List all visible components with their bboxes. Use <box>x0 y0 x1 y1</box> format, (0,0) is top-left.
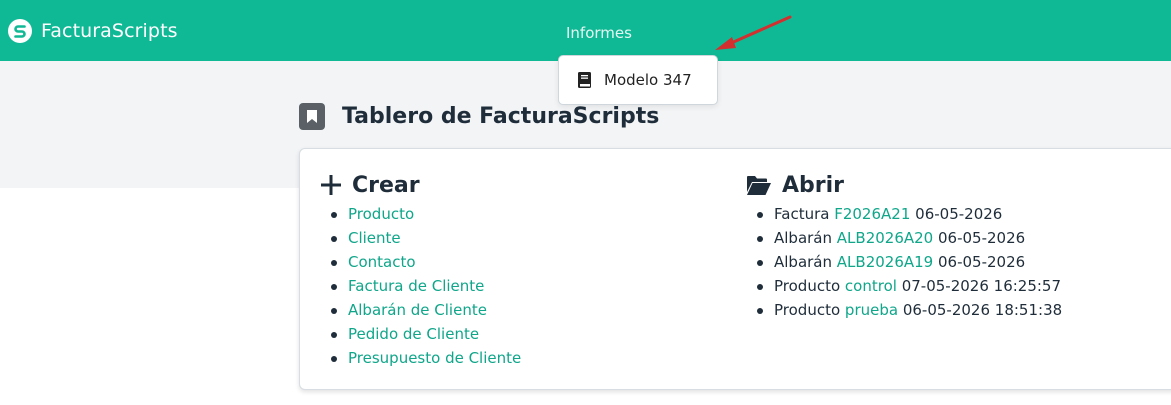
create-link-factura-cliente[interactable]: Factura de Cliente <box>348 277 484 295</box>
create-link-albaran-cliente[interactable]: Albarán de Cliente <box>348 301 487 319</box>
doc-type: Albarán <box>774 229 833 247</box>
open-list: Factura F2026A21 06-05-2026 Albarán ALB2… <box>746 202 1062 322</box>
doc-code-link[interactable]: ALB2026A19 <box>837 253 933 271</box>
open-section: Abrir Factura F2026A21 06-05-2026 Albará… <box>746 171 1062 322</box>
dropdown-item-modelo-347[interactable]: Modelo 347 <box>559 56 717 104</box>
doc-type: Albarán <box>774 253 833 271</box>
list-item: Factura de Cliente <box>320 274 521 298</box>
list-item: Pedido de Cliente <box>320 322 521 346</box>
brand-name: FacturaScripts <box>41 20 178 42</box>
book-icon <box>578 72 591 88</box>
page-title-row: Tablero de FacturaScripts <box>299 103 659 130</box>
doc-code-link[interactable]: F2026A21 <box>834 205 910 223</box>
create-link-producto[interactable]: Producto <box>348 205 414 223</box>
page-title: Tablero de FacturaScripts <box>342 104 660 129</box>
bookmark-icon <box>299 103 325 130</box>
create-link-presupuesto-cliente[interactable]: Presupuesto de Cliente <box>348 349 521 367</box>
list-item: Albarán ALB2026A19 06-05-2026 <box>746 250 1062 274</box>
dashboard-card: Crear Producto Cliente Contacto Factura … <box>299 148 1171 390</box>
open-heading-label: Abrir <box>782 172 845 198</box>
annotation-arrow-icon <box>715 15 792 50</box>
brand-logo-link[interactable]: FacturaScripts <box>8 19 178 43</box>
facturascripts-logo-icon <box>8 19 32 43</box>
list-item: Contacto <box>320 250 521 274</box>
doc-code-link[interactable]: control <box>845 277 897 295</box>
create-heading-label: Crear <box>352 172 420 198</box>
plus-icon <box>321 175 341 195</box>
open-heading: Abrir <box>746 171 1062 199</box>
create-link-pedido-cliente[interactable]: Pedido de Cliente <box>348 325 479 343</box>
informes-dropdown-menu: Modelo 347 <box>558 55 718 105</box>
doc-date: 06-05-2026 <box>915 205 1003 223</box>
create-list: Producto Cliente Contacto Factura de Cli… <box>320 202 521 370</box>
create-section: Crear Producto Cliente Contacto Factura … <box>320 171 521 370</box>
create-heading: Crear <box>320 171 521 199</box>
doc-type: Producto <box>774 301 841 319</box>
folder-open-icon <box>747 175 771 195</box>
doc-date: 06-05-2026 <box>938 229 1026 247</box>
doc-date: 06-05-2026 <box>938 253 1026 271</box>
list-item: Presupuesto de Cliente <box>320 346 521 370</box>
doc-code-link[interactable]: prueba <box>845 301 898 319</box>
doc-date: 07-05-2026 16:25:57 <box>901 277 1062 295</box>
nav-menu-informes[interactable]: Informes <box>566 24 632 42</box>
top-navbar: FacturaScripts Informes <box>0 0 1171 61</box>
doc-type: Factura <box>774 205 830 223</box>
list-item: Producto prueba 06-05-2026 18:51:38 <box>746 298 1062 322</box>
list-item: Producto <box>320 202 521 226</box>
list-item: Cliente <box>320 226 521 250</box>
create-link-contacto[interactable]: Contacto <box>348 253 416 271</box>
list-item: Producto control 07-05-2026 16:25:57 <box>746 274 1062 298</box>
create-link-cliente[interactable]: Cliente <box>348 229 401 247</box>
dropdown-item-label: Modelo 347 <box>604 71 692 89</box>
doc-date: 06-05-2026 18:51:38 <box>902 301 1063 319</box>
list-item: Albarán de Cliente <box>320 298 521 322</box>
doc-type: Producto <box>774 277 841 295</box>
list-item: Albarán ALB2026A20 06-05-2026 <box>746 226 1062 250</box>
doc-code-link[interactable]: ALB2026A20 <box>837 229 933 247</box>
list-item: Factura F2026A21 06-05-2026 <box>746 202 1062 226</box>
